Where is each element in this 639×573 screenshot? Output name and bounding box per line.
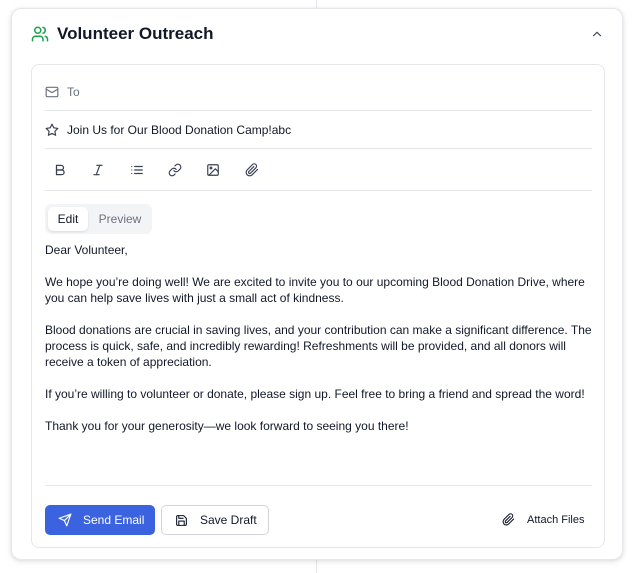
edit-preview-tabs: Edit Preview [45,204,152,234]
list-icon [131,165,143,175]
chevron-up-icon[interactable] [590,27,604,41]
body-paragraph: Dear Volunteer, [45,243,128,257]
paperclip-icon [245,163,259,177]
formatting-toolbar [45,151,592,191]
mail-icon [45,86,59,98]
attach-files-label: Attach Files [527,514,585,526]
paperclip-icon [502,513,515,526]
body-paragraph: We hope you’re doing well! We are excite… [45,275,585,305]
action-bar: Send Email Save Draft Attach Files [45,505,592,535]
star-icon [45,123,59,136]
page-title: Volunteer Outreach [57,24,214,43]
italic-button[interactable] [86,158,110,182]
bold-button[interactable] [48,158,72,182]
bold-icon [55,164,65,176]
tab-edit[interactable]: Edit [48,207,88,231]
subject-input[interactable] [67,111,587,149]
compose-form: Edit Preview Dear Volunteer, We hope you… [31,64,605,548]
to-field [45,73,592,111]
link-button[interactable] [163,158,187,182]
image-button[interactable] [201,158,225,182]
subject-field [45,111,592,149]
send-email-button[interactable]: Send Email [45,505,155,535]
to-input[interactable] [67,73,587,111]
save-icon [176,515,187,526]
send-icon [58,513,72,527]
attach-button[interactable] [240,158,264,182]
list-button[interactable] [125,158,149,182]
card-header[interactable]: Volunteer Outreach [12,9,622,59]
message-body[interactable]: Dear Volunteer, We hope you’re doing wel… [45,242,592,486]
image-icon [207,164,219,176]
save-draft-button[interactable]: Save Draft [161,505,269,535]
attach-files-button[interactable]: Attach Files [495,505,592,535]
italic-icon [93,164,103,176]
save-draft-label: Save Draft [200,513,257,527]
body-paragraph: If you’re willing to volunteer or donate… [45,387,585,401]
send-email-label: Send Email [83,513,145,527]
tab-preview[interactable]: Preview [91,207,149,231]
users-icon [31,26,49,42]
body-paragraph: Blood donations are crucial in saving li… [45,323,592,369]
body-paragraph: Thank you for your generosity—we look fo… [45,419,409,433]
link-icon [168,163,182,177]
email-composer-card: Volunteer Outreach To Join Us for Our Bl… [11,8,623,560]
